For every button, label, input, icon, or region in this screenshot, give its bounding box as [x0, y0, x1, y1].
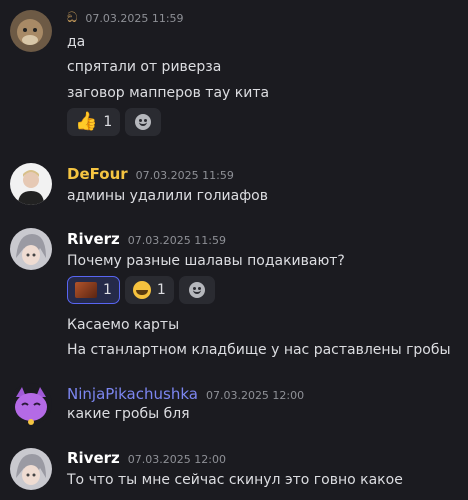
thumbs-up-icon: 👍 [75, 111, 98, 132]
reaction-count: 1 [103, 114, 113, 130]
timestamp: 07.03.2025 12:00 [127, 453, 226, 466]
message-text: Почему разные шалавы подакивают? [67, 253, 345, 269]
avatar[interactable] [10, 228, 52, 270]
add-reaction-button[interactable] [125, 108, 162, 136]
username[interactable]: ඞ [67, 10, 77, 26]
timestamp: 07.03.2025 11:59 [127, 234, 226, 247]
message-text: На станлартном кладбище у нас раставлены… [67, 342, 451, 358]
avatar[interactable] [10, 383, 52, 425]
username[interactable]: NinjaPikachushka [67, 385, 198, 403]
reaction-laughing[interactable]: 1 [124, 276, 174, 304]
message-text: То что ты мне сейчас скинул это говно ка… [67, 472, 403, 488]
avatar[interactable] [10, 448, 52, 490]
message-text: Касаемо карты [67, 317, 180, 333]
reaction-custom-emoji[interactable]: 1 [67, 276, 120, 304]
username[interactable]: Riverz [67, 230, 120, 248]
add-reaction-button[interactable] [178, 276, 215, 304]
custom-image-emoji-icon [75, 282, 97, 298]
reaction-count: 1 [156, 282, 166, 298]
username[interactable]: DeFour [67, 165, 128, 183]
timestamp: 07.03.2025 12:00 [205, 389, 305, 402]
laughing-emoji-icon [132, 281, 151, 299]
message-text: админы удалили голиафов [67, 188, 268, 204]
message-text: спрятали от риверза [67, 59, 222, 75]
message-text: заговор мапперов тау кита [67, 85, 270, 101]
message-text: какие гробы бля [67, 406, 190, 422]
add-reaction-icon [188, 282, 205, 298]
avatar[interactable] [10, 163, 52, 205]
reaction-thumbs-up[interactable]: 👍 1 [67, 108, 121, 136]
add-reaction-icon [135, 114, 152, 130]
avatar[interactable] [10, 10, 52, 52]
username[interactable]: Riverz [67, 449, 120, 467]
timestamp: 07.03.2025 11:59 [135, 169, 234, 182]
reaction-count: 1 [103, 282, 112, 298]
timestamp: 07.03.2025 11:59 [85, 12, 184, 25]
message-text: да [67, 34, 86, 50]
